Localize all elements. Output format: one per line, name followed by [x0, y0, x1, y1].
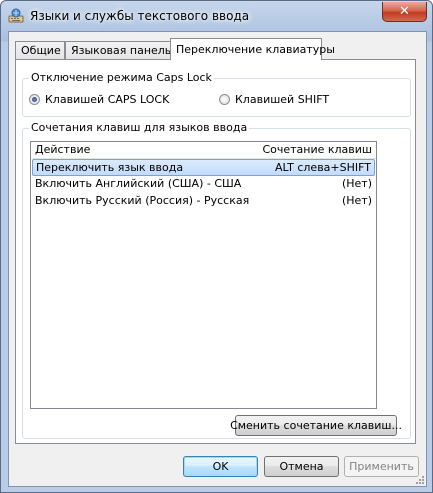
tab-language-bar[interactable]: Языковая панель: [65, 41, 171, 59]
hotkeys-group-legend: Сочетания клавиш для языков ввода: [29, 121, 250, 134]
column-header-action: Действие: [35, 143, 91, 156]
keyboard-languages-icon: [8, 8, 24, 24]
capslock-group-legend: Отключение режима Caps Lock: [29, 71, 214, 84]
list-item[interactable]: Включить Русский (Россия) - Русская (Нет…: [32, 193, 375, 210]
radio-unselected-icon: [219, 94, 230, 105]
list-item[interactable]: Переключить язык ввода ALT слева+SHIFT: [32, 159, 375, 176]
hotkeys-group: Сочетания клавиш для языков ввода Действ…: [22, 121, 411, 439]
row-combo: (Нет): [341, 177, 372, 190]
apply-button: Применить: [344, 456, 419, 477]
row-combo: (Нет): [341, 194, 372, 207]
row-action: Переключить язык ввода: [36, 161, 184, 174]
tab-general[interactable]: Общие: [15, 41, 65, 59]
dialog-window: Языки и службы текстового ввода ✕ Общие …: [0, 0, 433, 493]
row-action: Включить Английский (США) - США: [35, 177, 242, 190]
radio-capslock-key[interactable]: Клавишей CAPS LOCK: [29, 93, 169, 106]
tab-panel-keyboard-switching: Отключение режима Caps Lock Клавишей CAP…: [15, 59, 416, 444]
window-title: Языки и службы текстового ввода: [30, 9, 250, 23]
resize-grip-icon[interactable]: [413, 473, 425, 485]
change-hotkey-button[interactable]: Сменить сочетание клавиш...: [230, 415, 402, 436]
close-button[interactable]: ✕: [382, 2, 427, 22]
radio-shift-label: Клавишей SHIFT: [235, 93, 330, 106]
list-header: Действие Сочетание клавиш: [31, 142, 376, 159]
row-combo: ALT слева+SHIFT: [275, 161, 371, 174]
tab-keyboard-switching[interactable]: Переключение клавиатуры: [170, 38, 335, 60]
column-header-combo: Сочетание клавиш: [262, 143, 372, 156]
dialog-client-area: Общие Языковая панель Переключение клави…: [8, 31, 427, 487]
radio-selected-icon: [29, 94, 40, 105]
close-icon: ✕: [399, 4, 410, 19]
tab-strip: Общие Языковая панель Переключение клави…: [15, 38, 426, 60]
row-action: Включить Русский (Россия) - Русская: [35, 194, 250, 207]
ok-button[interactable]: OK: [183, 456, 258, 477]
capslock-group: Отключение режима Caps Lock Клавишей CAP…: [22, 71, 411, 117]
hotkeys-list[interactable]: Действие Сочетание клавиш Переключить яз…: [30, 141, 377, 409]
radio-shift-key[interactable]: Клавишей SHIFT: [219, 93, 329, 106]
cancel-button[interactable]: Отмена: [264, 456, 339, 477]
title-bar[interactable]: Языки и службы текстового ввода ✕: [1, 1, 432, 31]
list-item[interactable]: Включить Английский (США) - США (Нет): [32, 176, 375, 193]
radio-capslock-label: Клавишей CAPS LOCK: [45, 93, 170, 106]
